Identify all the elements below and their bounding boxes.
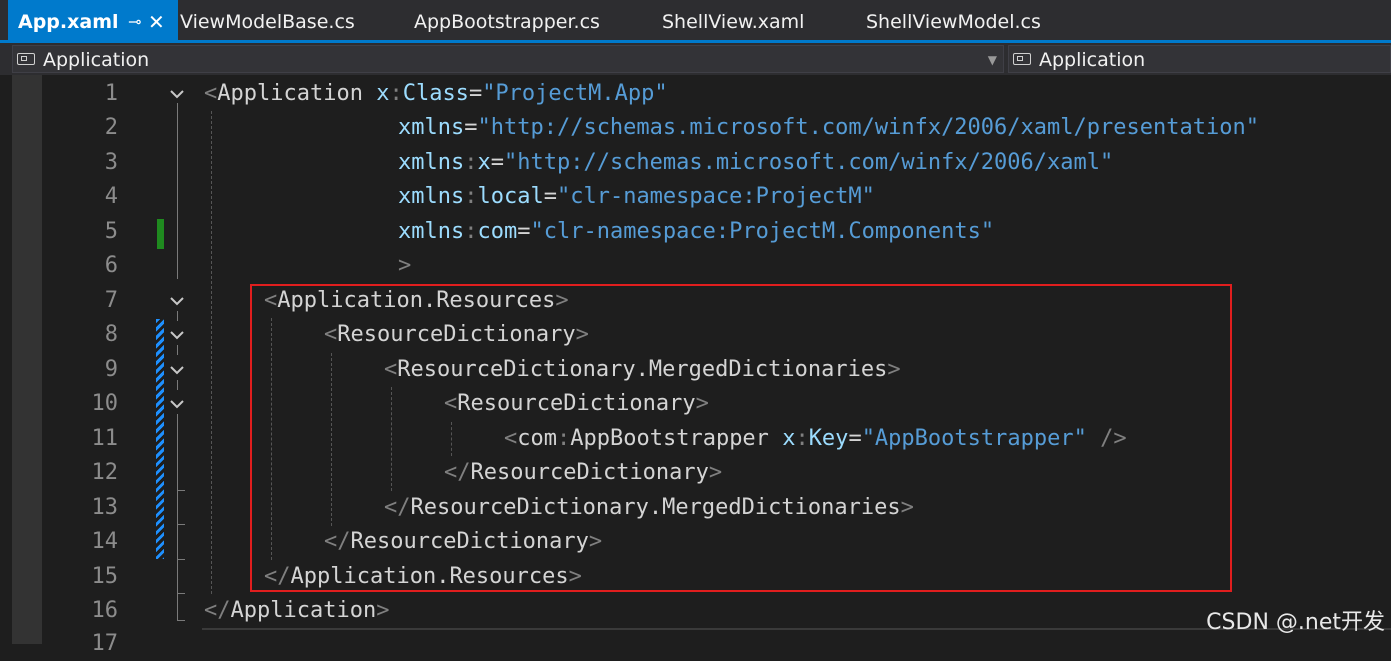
line-number: 1 <box>104 81 118 106</box>
highlight-box <box>250 284 1232 592</box>
attr-value: "ProjectM.App" <box>482 81 668 106</box>
code-line-1[interactable]: <Application x:Class="ProjectM.App" <box>204 77 668 111</box>
chevron-down-icon: ▼ <box>987 53 997 67</box>
line-number: 16 <box>91 598 119 623</box>
code-line-16[interactable]: </Application> <box>204 594 389 628</box>
tag-bracket: </ <box>204 598 231 623</box>
equals: = <box>464 115 478 140</box>
collapse-chevron-icon[interactable] <box>168 395 188 415</box>
code-line-3[interactable]: xmlns:x="http://schemas.microsoft.com/wi… <box>398 146 1113 180</box>
tab-shellview-xaml[interactable]: ShellView.xaml <box>662 0 804 42</box>
code-line-4[interactable]: xmlns:local="clr-namespace:ProjectM" <box>398 180 875 214</box>
tab-app-xaml[interactable]: App.xaml ⊸ ✕ <box>8 0 178 42</box>
attr-value: "clr-namespace:ProjectM" <box>556 184 875 209</box>
tab-shellviewmodel-cs[interactable]: ShellViewModel.cs <box>866 0 1041 42</box>
line-number: 12 <box>91 460 119 485</box>
element-icon <box>1013 53 1031 65</box>
attr-name: xmlns <box>398 115 465 140</box>
attr-name: local <box>477 184 544 209</box>
outline-line <box>177 345 178 355</box>
line-number: 5 <box>104 219 118 244</box>
colon: : <box>464 219 478 244</box>
outline-line <box>177 380 178 390</box>
tab-label: ViewModelBase.cs <box>180 11 355 33</box>
member-dropdown[interactable]: Application <box>1008 45 1391 73</box>
element-icon <box>17 53 35 65</box>
line-number: 11 <box>91 426 119 451</box>
saved-change-marker <box>157 219 164 249</box>
tab-appbootstrapper-cs[interactable]: AppBootstrapper.cs <box>414 0 600 42</box>
line-number: 10 <box>91 391 119 416</box>
type-dropdown-value: Application <box>43 49 150 71</box>
attr-name: Class <box>402 81 469 106</box>
tab-viewmodelbase-cs[interactable]: ViewModelBase.cs <box>180 0 355 42</box>
indent-guide <box>211 111 212 594</box>
colon: : <box>389 81 403 106</box>
outline-end-tick <box>177 593 185 594</box>
outline-end-tick <box>177 559 185 560</box>
equals: = <box>468 81 483 106</box>
watermark: CSDN @.net开发 <box>1206 610 1385 635</box>
line-number: 7 <box>104 288 118 313</box>
line-number: 3 <box>104 150 118 175</box>
code-line-2[interactable]: xmlns="http://schemas.microsoft.com/winf… <box>398 111 1259 145</box>
colon: : <box>464 150 478 175</box>
document-tab-strip: App.xaml ⊸ ✕ ViewModelBase.cs AppBootstr… <box>0 0 1391 43</box>
line-number: 17 <box>91 631 119 656</box>
attr-value: "clr-namespace:ProjectM.Components" <box>530 219 995 244</box>
tab-label: AppBootstrapper.cs <box>414 11 600 33</box>
line-number: 13 <box>91 495 119 520</box>
outline-end-tick <box>177 524 185 525</box>
tag-name: Application <box>217 81 363 106</box>
tag-bracket: > <box>376 598 390 623</box>
unsaved-change-marker <box>156 319 164 559</box>
tag-bracket: < <box>204 81 218 106</box>
outline-line <box>177 103 178 279</box>
close-icon[interactable]: ✕ <box>148 0 165 44</box>
outline-line <box>177 311 178 321</box>
collapse-chevron-icon[interactable] <box>168 292 188 312</box>
attr-name: xmlns <box>398 219 465 244</box>
line-number: 15 <box>91 564 119 589</box>
line-number: 4 <box>104 184 118 209</box>
attr-value: "http://schemas.microsoft.com/winfx/2006… <box>477 115 1259 140</box>
attr-name: xmlns <box>398 150 465 175</box>
code-line-6[interactable]: > <box>398 249 411 283</box>
member-dropdown-value: Application <box>1039 49 1146 71</box>
tag-name: Application <box>230 598 377 623</box>
collapse-chevron-icon[interactable] <box>168 326 188 346</box>
tab-label: ShellViewModel.cs <box>866 11 1041 33</box>
outline-end-tick <box>177 490 185 491</box>
attr-name: xmlns <box>398 184 465 209</box>
tab-label: ShellView.xaml <box>662 11 805 33</box>
line-number: 9 <box>104 357 118 382</box>
code-editor[interactable]: 1 2 3 4 5 6 7 8 9 10 11 12 13 14 15 16 1… <box>0 75 1391 656</box>
code-line-5[interactable]: xmlns:com="clr-namespace:ProjectM.Compon… <box>398 215 994 249</box>
equals: = <box>517 219 531 244</box>
editor-margin-strip <box>12 75 42 644</box>
pin-icon[interactable]: ⊸ <box>128 0 141 44</box>
attr-name: x <box>477 150 491 175</box>
equals: = <box>490 150 504 175</box>
attr-prefix: x <box>376 81 390 106</box>
outline-line <box>177 414 178 620</box>
tag-bracket: > <box>398 253 412 278</box>
collapse-chevron-icon[interactable] <box>168 361 188 381</box>
outline-end-tick <box>177 620 185 621</box>
tab-label: App.xaml <box>18 11 119 33</box>
attr-value: "http://schemas.microsoft.com/winfx/2006… <box>503 150 1114 175</box>
line-number: 2 <box>104 115 118 140</box>
type-dropdown[interactable]: Application ▼ <box>12 45 1004 73</box>
equals: = <box>543 184 557 209</box>
colon: : <box>464 184 478 209</box>
attr-name: com <box>477 219 518 244</box>
line-number: 6 <box>104 253 118 278</box>
line-number: 14 <box>91 529 119 554</box>
collapse-chevron-icon[interactable] <box>168 85 188 105</box>
line-number: 8 <box>104 322 118 347</box>
navigation-bar: Application ▼ Application <box>0 43 1391 75</box>
